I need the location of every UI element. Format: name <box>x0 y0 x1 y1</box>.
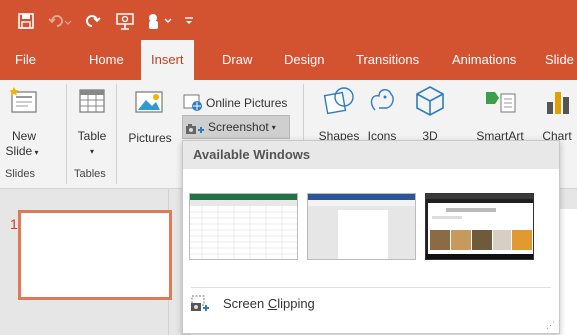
shapes-icon <box>323 87 354 115</box>
redo-button[interactable] <box>84 10 104 32</box>
online-pictures-button[interactable]: Online Pictures <box>183 93 287 113</box>
from-beginning-button[interactable] <box>114 10 136 32</box>
word-window-preview <box>308 194 415 259</box>
redo-icon <box>86 15 101 27</box>
new-slide-label-line2: Slide <box>5 144 33 158</box>
browser-window-preview <box>426 194 533 259</box>
table-icon <box>79 89 105 113</box>
online-pictures-label: Online Pictures <box>206 96 288 110</box>
chevron-down-icon: ▾ <box>271 122 276 132</box>
pictures-button[interactable]: Pictures <box>120 84 180 164</box>
customize-dropdown-icon <box>185 17 193 24</box>
touch-mode-icon <box>149 14 172 29</box>
window-thumbnail-excel[interactable] <box>189 193 298 260</box>
pictures-label: Pictures <box>128 131 172 145</box>
chart-icon <box>547 92 569 114</box>
tab-draw[interactable]: Draw <box>222 40 252 80</box>
screenshot-dropdown: Available Windows Screen Clipping ⋰ <box>182 140 560 334</box>
resize-grip-icon[interactable]: ⋰ <box>546 320 555 331</box>
screen-clipping-icon <box>191 295 209 311</box>
save-icon <box>18 13 34 29</box>
tab-insert[interactable]: Insert <box>141 40 194 80</box>
group-divider <box>66 84 67 184</box>
smartart-icon <box>486 92 516 113</box>
group-divider <box>116 84 117 184</box>
icons-icon <box>370 89 394 111</box>
screen-clipping-label-prefix: Screen <box>223 295 268 311</box>
tab-animations[interactable]: Animations <box>452 40 516 80</box>
screenshot-label: Screenshot <box>208 120 269 134</box>
new-slide-label-line1: New <box>11 129 36 143</box>
screenshot-icon <box>186 124 204 134</box>
tab-file[interactable]: File <box>15 40 36 80</box>
tab-home[interactable]: Home <box>89 40 124 80</box>
new-slide-icon <box>9 87 37 113</box>
slide-number: 1 <box>10 216 18 232</box>
table-button[interactable]: Table ▾ <box>72 84 112 164</box>
table-label: Table <box>77 129 107 143</box>
screen-clipping-accelerator: C <box>267 295 278 311</box>
window-thumbnail-word[interactable] <box>307 193 416 260</box>
pictures-icon <box>135 91 163 113</box>
group-label-tables: Tables <box>74 168 106 180</box>
tab-slide-show[interactable]: Slide <box>545 40 574 80</box>
undo-button[interactable] <box>46 10 74 32</box>
chevron-down-icon: ▾ <box>32 148 39 157</box>
screenshot-button[interactable]: Screenshot ▾ <box>182 115 290 139</box>
screen-clipping-label-rest: lipping <box>277 295 315 311</box>
new-slide-button[interactable]: New Slide ▾ <box>6 84 42 164</box>
available-windows-header: Available Windows <box>183 141 559 169</box>
presentation-icon <box>116 13 134 30</box>
chevron-down-icon: ▾ <box>89 147 94 156</box>
save-button[interactable] <box>16 10 36 32</box>
touch-mode-button[interactable] <box>144 10 174 32</box>
tab-design[interactable]: Design <box>284 40 324 80</box>
window-thumbnail-browser[interactable] <box>425 193 534 260</box>
group-label-slides: Slides <box>5 168 35 180</box>
dropdown-divider <box>191 287 551 288</box>
customize-qat-button[interactable] <box>182 10 196 32</box>
undo-icon <box>48 15 72 27</box>
cube-icon <box>416 86 444 116</box>
screen-clipping-item[interactable]: Screen Clipping <box>189 291 549 315</box>
online-pictures-icon <box>183 94 202 111</box>
tab-transitions[interactable]: Transitions <box>356 40 419 80</box>
excel-window-preview <box>190 194 297 259</box>
slide-thumbnail[interactable] <box>18 210 172 300</box>
